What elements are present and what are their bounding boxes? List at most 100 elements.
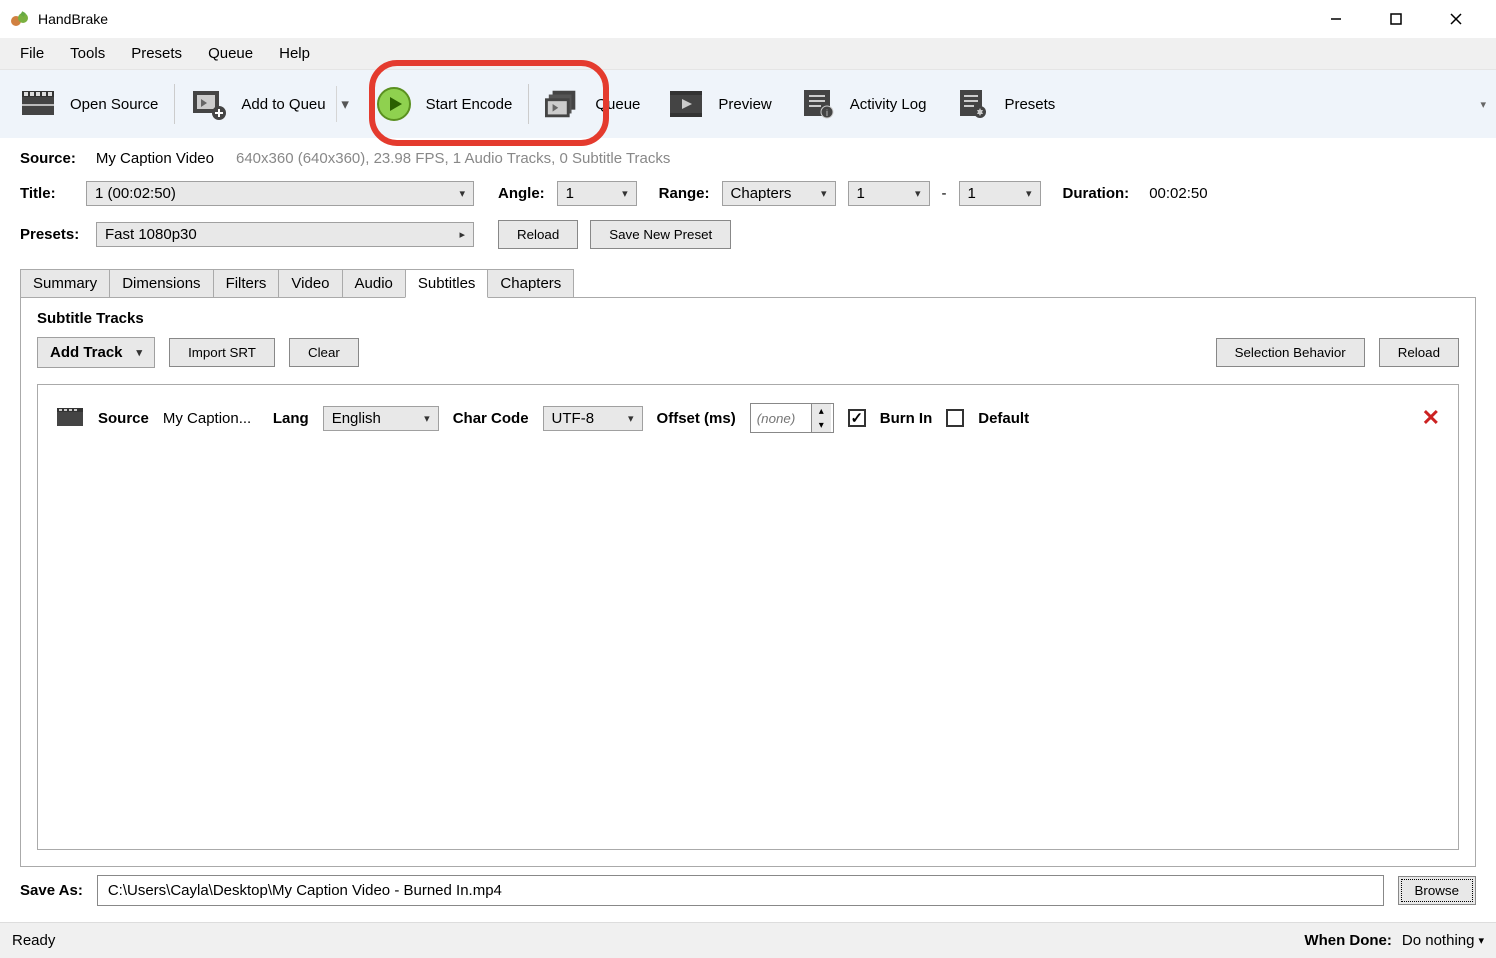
main-content: Source: My Caption Video 640x360 (640x36…: [0, 138, 1496, 875]
reload-preset-button[interactable]: Reload: [498, 220, 578, 249]
play-icon: [376, 86, 412, 122]
subtitle-toolbar: Add Track▾ Import SRT Clear Selection Be…: [37, 337, 1459, 368]
open-source-button[interactable]: Open Source: [6, 78, 172, 130]
save-as-label: Save As:: [20, 882, 83, 899]
source-label: Source:: [20, 150, 76, 167]
presets-row: Presets: Fast 1080p30▸ Reload Save New P…: [20, 220, 1476, 249]
track-list: Source My Caption... Lang English▾ Char …: [37, 384, 1459, 850]
track-lang-label: Lang: [273, 410, 309, 427]
toolbar-overflow[interactable]: ▾: [1480, 98, 1490, 111]
window-title: HandBrake: [38, 11, 108, 27]
spinner-down[interactable]: ▾: [812, 418, 831, 432]
track-source-label: Source: [98, 410, 149, 427]
tab-audio[interactable]: Audio: [342, 269, 406, 298]
save-as-input[interactable]: [97, 875, 1384, 906]
title-select[interactable]: 1 (00:02:50)▾: [86, 181, 474, 206]
subtitle-tracks-header: Subtitle Tracks: [37, 310, 1459, 327]
preview-icon: [668, 86, 704, 122]
toolbar-separator: [528, 84, 529, 124]
tab-chapters[interactable]: Chapters: [487, 269, 574, 298]
menu-queue[interactable]: Queue: [196, 41, 265, 66]
tab-dimensions[interactable]: Dimensions: [109, 269, 213, 298]
menu-tools[interactable]: Tools: [58, 41, 117, 66]
default-checkbox[interactable]: [946, 409, 964, 427]
menu-help[interactable]: Help: [267, 41, 322, 66]
start-encode-label: Start Encode: [426, 96, 513, 113]
range-type-select[interactable]: Chapters▾: [722, 181, 836, 206]
activity-label: Activity Log: [850, 96, 927, 113]
add-to-queue-button[interactable]: Add to Queu: [177, 78, 339, 130]
angle-select[interactable]: 1▾: [557, 181, 637, 206]
track-offset-label: Offset (ms): [657, 410, 736, 427]
activity-icon: i: [800, 86, 836, 122]
queue-label: Queue: [595, 96, 640, 113]
film-icon: [20, 86, 56, 122]
statusbar: Ready When Done: Do nothing▾: [0, 922, 1496, 958]
add-queue-dropdown[interactable]: ▾: [336, 86, 354, 122]
range-dash: -: [942, 185, 947, 202]
queue-button[interactable]: Queue: [531, 78, 654, 130]
source-row: Source: My Caption Video 640x360 (640x36…: [20, 150, 1476, 167]
track-lang-select[interactable]: English▾: [323, 406, 439, 431]
duration-label: Duration:: [1063, 185, 1130, 202]
add-queue-icon: [191, 86, 227, 122]
film-icon: [56, 407, 84, 429]
queue-icon: [545, 86, 581, 122]
presets-button[interactable]: Presets: [940, 78, 1069, 130]
preset-select[interactable]: Fast 1080p30▸: [96, 222, 474, 247]
maximize-button[interactable]: [1366, 0, 1426, 38]
tab-subtitles[interactable]: Subtitles: [405, 269, 489, 298]
tab-filters[interactable]: Filters: [213, 269, 280, 298]
svg-text:i: i: [826, 108, 828, 118]
duration-value: 00:02:50: [1149, 185, 1207, 202]
title-label: Title:: [20, 185, 74, 202]
window-controls: [1306, 0, 1486, 38]
track-charcode-select[interactable]: UTF-8▾: [543, 406, 643, 431]
source-meta: 640x360 (640x360), 23.98 FPS, 1 Audio Tr…: [236, 150, 670, 167]
status-text: Ready: [12, 932, 55, 949]
open-source-label: Open Source: [70, 96, 158, 113]
app-icon: [10, 9, 30, 29]
add-track-button[interactable]: Add Track▾: [37, 337, 155, 368]
menu-presets[interactable]: Presets: [119, 41, 194, 66]
default-label: Default: [978, 410, 1029, 427]
angle-label: Angle:: [498, 185, 545, 202]
tab-body: Subtitle Tracks Add Track▾ Import SRT Cl…: [20, 297, 1476, 867]
when-done-select[interactable]: Do nothing▾: [1402, 932, 1484, 949]
burn-in-label: Burn In: [880, 410, 933, 427]
clear-button[interactable]: Clear: [289, 338, 359, 367]
tab-video[interactable]: Video: [278, 269, 342, 298]
menubar: File Tools Presets Queue Help: [0, 38, 1496, 70]
burn-in-checkbox[interactable]: [848, 409, 866, 427]
range-from-select[interactable]: 1▾: [848, 181, 930, 206]
start-encode-button[interactable]: Start Encode: [354, 78, 527, 130]
range-to-select[interactable]: 1▾: [959, 181, 1041, 206]
title-row: Title: 1 (00:02:50)▾ Angle: 1▾ Range: Ch…: [20, 181, 1476, 206]
import-srt-button[interactable]: Import SRT: [169, 338, 275, 367]
titlebar: HandBrake: [0, 0, 1496, 38]
preview-button[interactable]: Preview: [654, 78, 785, 130]
preview-label: Preview: [718, 96, 771, 113]
track-charcode-label: Char Code: [453, 410, 529, 427]
minimize-button[interactable]: [1306, 0, 1366, 38]
presets-label: Presets:: [20, 226, 84, 243]
track-offset-input[interactable]: ▴▾: [750, 403, 834, 433]
range-label: Range:: [659, 185, 710, 202]
add-queue-label: Add to Queu: [241, 96, 325, 113]
reload-tracks-button[interactable]: Reload: [1379, 338, 1459, 367]
spinner-up[interactable]: ▴: [812, 404, 831, 418]
browse-button[interactable]: Browse: [1398, 876, 1476, 905]
source-name: My Caption Video: [96, 150, 214, 167]
activity-log-button[interactable]: i Activity Log: [786, 78, 941, 130]
selection-behavior-button[interactable]: Selection Behavior: [1216, 338, 1365, 367]
delete-track-button[interactable]: ✕: [1422, 405, 1440, 431]
toolbar-separator: [174, 84, 175, 124]
save-new-preset-button[interactable]: Save New Preset: [590, 220, 731, 249]
presets-icon: [954, 86, 990, 122]
toolbar: Open Source Add to Queu ▾ Start Encode Q…: [0, 70, 1496, 138]
when-done-label: When Done:: [1304, 932, 1392, 949]
close-button[interactable]: [1426, 0, 1486, 38]
menu-file[interactable]: File: [8, 41, 56, 66]
tab-summary[interactable]: Summary: [20, 269, 110, 298]
save-as-row: Save As: Browse: [0, 875, 1496, 922]
